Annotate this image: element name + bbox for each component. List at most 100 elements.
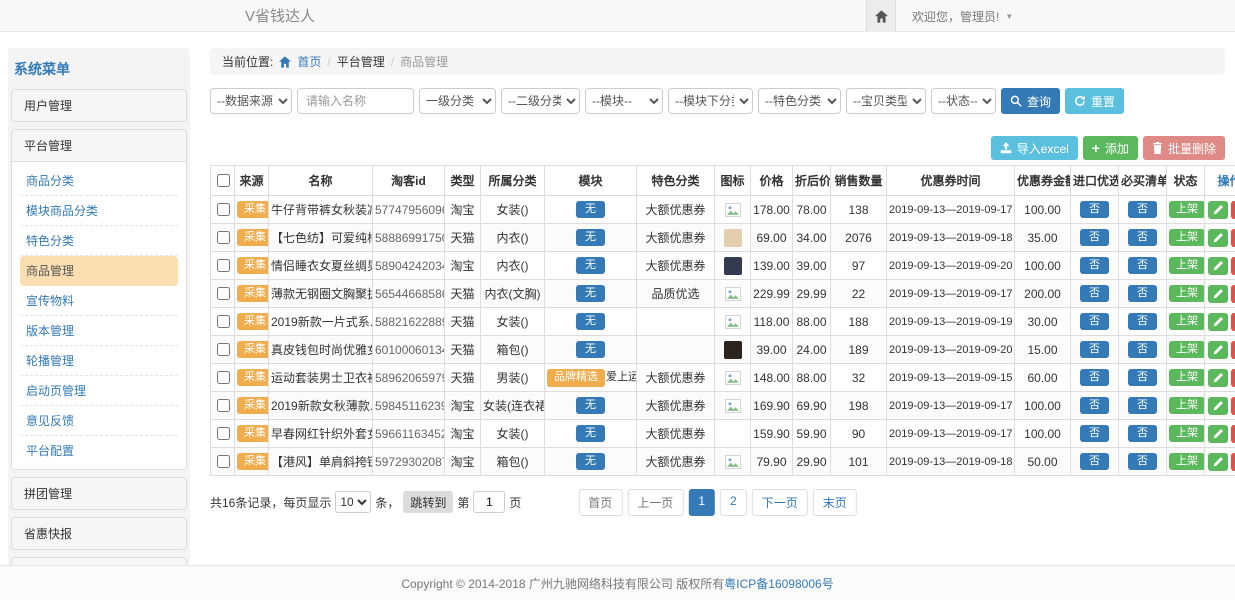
- search-button[interactable]: 查询: [1001, 88, 1060, 114]
- pager-button-4[interactable]: 下一页: [752, 489, 808, 516]
- delete-button[interactable]: [1231, 425, 1235, 443]
- must-buy-badge[interactable]: 否: [1128, 453, 1157, 471]
- edit-button[interactable]: [1208, 397, 1228, 415]
- must-buy-badge[interactable]: 否: [1128, 397, 1157, 415]
- filter-select-level2-category[interactable]: --二级分类--: [501, 88, 580, 114]
- delete-button[interactable]: [1231, 453, 1235, 471]
- imported-badge[interactable]: 否: [1080, 285, 1109, 303]
- breadcrumb-home-link[interactable]: 首页: [297, 53, 321, 70]
- sidebar-group-platform[interactable]: 平台管理: [11, 129, 187, 162]
- must-buy-badge[interactable]: 否: [1128, 257, 1157, 275]
- must-buy-badge[interactable]: 否: [1128, 341, 1157, 359]
- cell-category: 女装(): [481, 196, 545, 224]
- sidebar-group-group-buy[interactable]: 拼团管理: [11, 477, 187, 510]
- must-buy-badge[interactable]: 否: [1128, 369, 1157, 387]
- edit-button[interactable]: [1208, 453, 1228, 471]
- must-buy-badge[interactable]: 否: [1128, 425, 1157, 443]
- reset-button[interactable]: 重置: [1065, 88, 1124, 114]
- row-checkbox[interactable]: [217, 231, 230, 244]
- source-badge: 采集: [237, 257, 269, 275]
- sidebar-item-carousel-manage[interactable]: 轮播管理: [20, 346, 178, 376]
- sidebar-item-module-goods-category[interactable]: 模块商品分类: [20, 196, 178, 226]
- per-page-select[interactable]: 10: [335, 491, 371, 513]
- sidebar-item-platform-config[interactable]: 平台配置: [20, 436, 178, 465]
- imported-badge[interactable]: 否: [1080, 229, 1109, 247]
- row-checkbox[interactable]: [217, 203, 230, 216]
- cell-sales: 97: [831, 252, 887, 280]
- page-number-input[interactable]: [473, 491, 505, 513]
- must-buy-badge[interactable]: 否: [1128, 285, 1157, 303]
- row-checkbox[interactable]: [217, 259, 230, 272]
- row-checkbox[interactable]: [217, 315, 230, 328]
- icp-link[interactable]: 粤ICP备16098006号: [724, 575, 833, 592]
- imported-badge[interactable]: 否: [1080, 257, 1109, 275]
- sidebar-item-goods-manage[interactable]: 商品管理: [20, 256, 178, 286]
- filter-select-item-type[interactable]: --宝贝类型--: [846, 88, 926, 114]
- pager-button-3[interactable]: 2: [720, 489, 747, 516]
- edit-button[interactable]: [1208, 257, 1228, 275]
- pager-button-1[interactable]: 上一页: [627, 489, 683, 516]
- delete-button[interactable]: [1231, 201, 1235, 219]
- row-checkbox[interactable]: [217, 343, 230, 356]
- module-badge: 无: [576, 285, 605, 303]
- imported-badge[interactable]: 否: [1080, 425, 1109, 443]
- delete-button[interactable]: [1231, 369, 1235, 387]
- filter-select-module-subcategory[interactable]: --模块下分类--: [668, 88, 753, 114]
- select-all-checkbox[interactable]: [217, 174, 230, 187]
- cell-module: 无: [545, 252, 637, 280]
- delete-button[interactable]: [1231, 229, 1235, 247]
- sidebar-item-goods-category[interactable]: 商品分类: [20, 166, 178, 196]
- sidebar-item-promo-material[interactable]: 宣传物料: [20, 286, 178, 316]
- imported-badge[interactable]: 否: [1080, 313, 1109, 331]
- edit-button[interactable]: [1208, 313, 1228, 331]
- imported-badge[interactable]: 否: [1080, 201, 1109, 219]
- imported-badge[interactable]: 否: [1080, 453, 1109, 471]
- sidebar-item-splash-manage[interactable]: 启动页管理: [20, 376, 178, 406]
- jump-button[interactable]: 跳转到: [403, 491, 453, 513]
- add-button[interactable]: + 添加: [1083, 136, 1138, 160]
- sidebar-item-feedback[interactable]: 意见反馈: [20, 406, 178, 436]
- row-checkbox[interactable]: [217, 371, 230, 384]
- cell-module: 无: [545, 224, 637, 252]
- edit-button[interactable]: [1208, 341, 1228, 359]
- edit-button[interactable]: [1208, 201, 1228, 219]
- must-buy-badge[interactable]: 否: [1128, 201, 1157, 219]
- row-checkbox[interactable]: [217, 399, 230, 412]
- edit-button[interactable]: [1208, 369, 1228, 387]
- sidebar-item-feature-category[interactable]: 特色分类: [20, 226, 178, 256]
- import-excel-button[interactable]: 导入excel: [991, 136, 1078, 160]
- delete-button[interactable]: [1231, 285, 1235, 303]
- row-checkbox[interactable]: [217, 455, 230, 468]
- row-checkbox[interactable]: [217, 287, 230, 300]
- sidebar-item-version-manage[interactable]: 版本管理: [20, 316, 178, 346]
- pager-button-5[interactable]: 末页: [813, 489, 857, 516]
- row-checkbox[interactable]: [217, 427, 230, 440]
- delete-button[interactable]: [1231, 313, 1235, 331]
- cell-taoke-id: 588216228899: [373, 308, 445, 336]
- batch-delete-button[interactable]: 批量删除: [1143, 136, 1225, 160]
- sidebar-group-user[interactable]: 用户管理: [11, 89, 187, 122]
- must-buy-badge[interactable]: 否: [1128, 229, 1157, 247]
- pager-button-0[interactable]: 首页: [578, 489, 622, 516]
- edit-button[interactable]: [1208, 425, 1228, 443]
- filter-select-status[interactable]: --状态--: [931, 88, 996, 114]
- cell-coupon-amount: 50.00: [1015, 448, 1071, 476]
- edit-button[interactable]: [1208, 285, 1228, 303]
- sidebar-group-express-news[interactable]: 省惠快报: [11, 517, 187, 550]
- delete-button[interactable]: [1231, 397, 1235, 415]
- filter-select-level1-category[interactable]: 一级分类: [419, 88, 496, 114]
- filter-select-data-source[interactable]: --数据来源--: [210, 88, 292, 114]
- filter-select-feature-category[interactable]: --特色分类--: [758, 88, 841, 114]
- edit-button[interactable]: [1208, 229, 1228, 247]
- pager-button-2[interactable]: 1: [688, 489, 715, 516]
- imported-badge[interactable]: 否: [1080, 341, 1109, 359]
- delete-button[interactable]: [1231, 257, 1235, 275]
- imported-badge[interactable]: 否: [1080, 397, 1109, 415]
- user-menu[interactable]: 欢迎您，管理员! ▼: [896, 0, 1013, 32]
- delete-button[interactable]: [1231, 341, 1235, 359]
- filter-select-module[interactable]: --模块--: [585, 88, 663, 114]
- home-button[interactable]: [866, 0, 896, 32]
- name-search-input[interactable]: [297, 88, 414, 114]
- must-buy-badge[interactable]: 否: [1128, 313, 1157, 331]
- imported-badge[interactable]: 否: [1080, 369, 1109, 387]
